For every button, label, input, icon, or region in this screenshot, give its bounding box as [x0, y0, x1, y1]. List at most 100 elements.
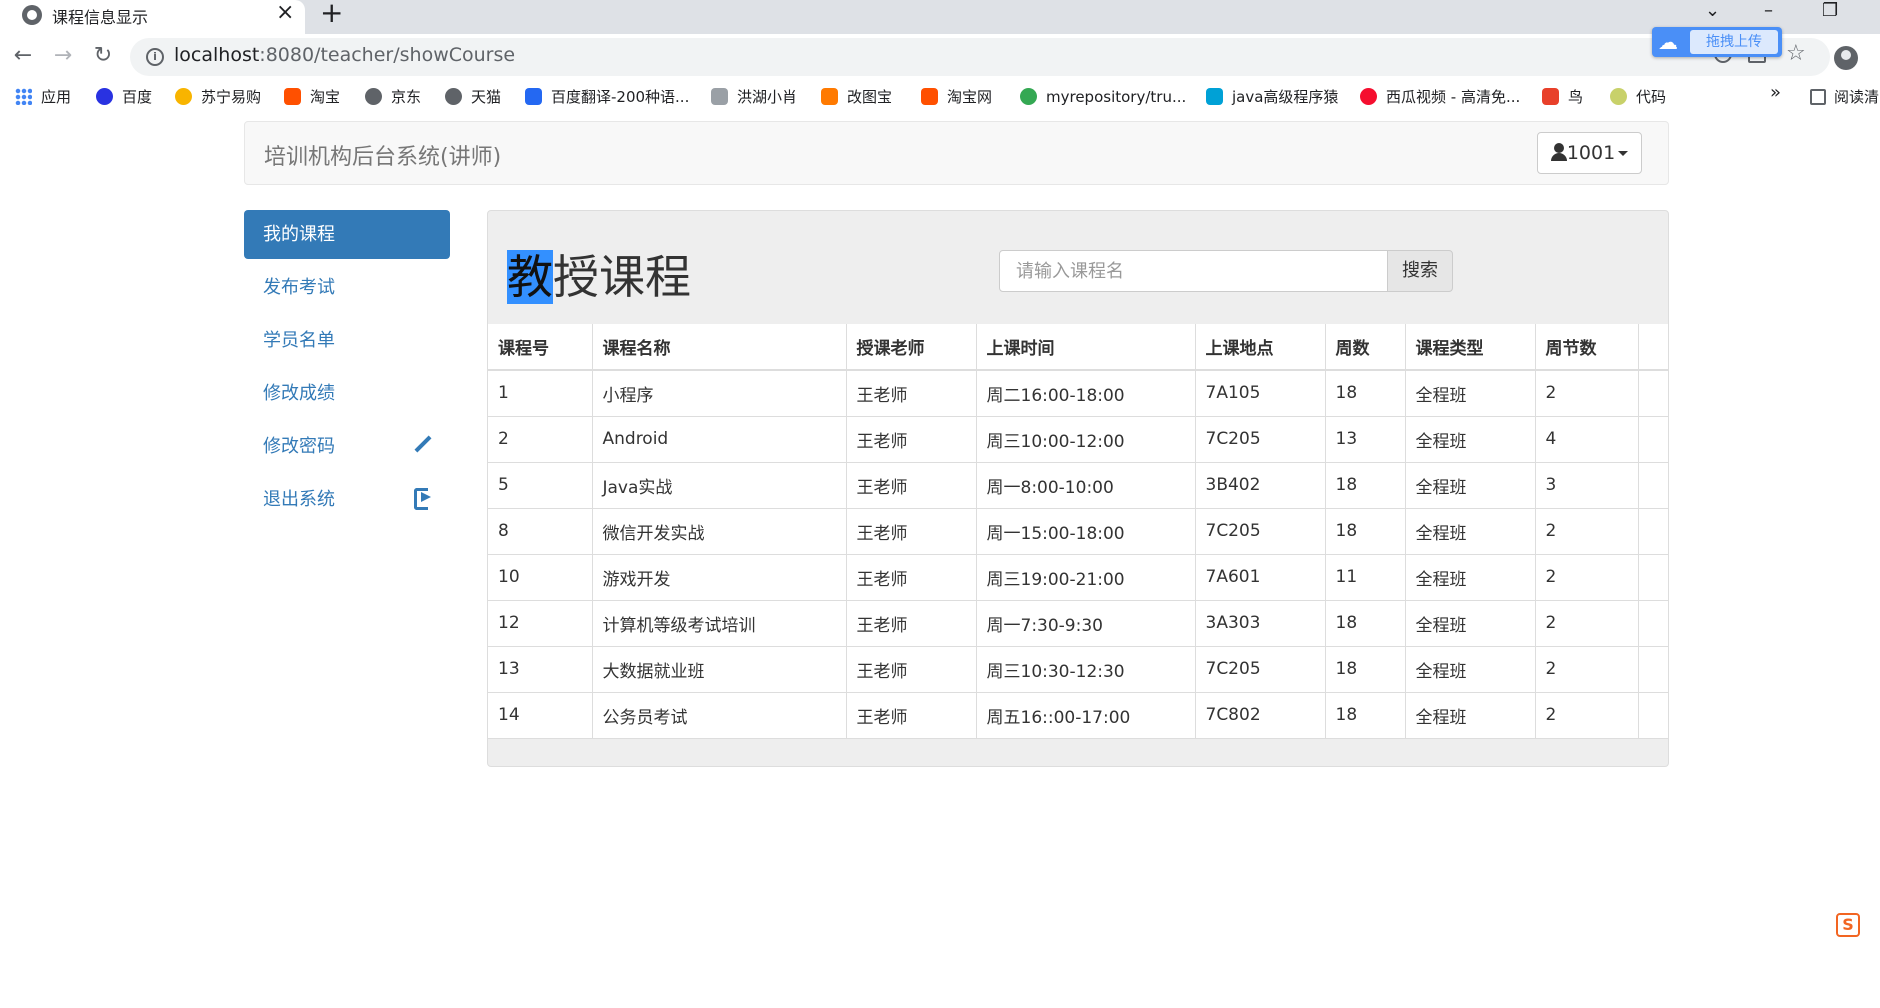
- column-header: 课程号: [488, 324, 593, 371]
- back-icon[interactable]: ←: [9, 42, 37, 70]
- course-panel: 教授课程 搜索 课程号 课程名称 授课老师 上课时间 上课地点 周数 课程类型 …: [487, 210, 1669, 767]
- bookmark-item[interactable]: 天猫: [445, 86, 501, 108]
- table-cell: 2: [488, 415, 593, 463]
- table-cell: 18: [1324, 507, 1406, 555]
- table-cell-empty: [1637, 461, 1668, 509]
- bookmark-item[interactable]: 京东: [365, 86, 421, 108]
- sidebar-item-change-password[interactable]: 修改密码: [244, 422, 450, 471]
- cloud-icon: ☁: [1658, 30, 1678, 54]
- reading-list-button[interactable]: 阅读清: [1810, 86, 1879, 107]
- bookmarks-overflow-icon[interactable]: »: [1770, 82, 1781, 103]
- table-cell: 1: [488, 369, 593, 417]
- table-cell: 14: [488, 691, 593, 739]
- course-search-input[interactable]: [999, 250, 1388, 292]
- chrome-icon: [1020, 88, 1037, 105]
- bookmark-item[interactable]: 洪湖小肖: [711, 86, 797, 108]
- baidu-netdisk-upload-widget[interactable]: ☁ 拖拽上传: [1652, 27, 1782, 57]
- table-row: 2 Android 王老师 周三10:00-12:00 7C205 13 全程班 4: [488, 415, 1668, 463]
- bookmark-item[interactable]: 淘宝: [284, 86, 340, 108]
- brand-title[interactable]: 培训机构后台系统(讲师): [264, 139, 501, 171]
- url-text[interactable]: localhost:8080/teacher/showCourse: [174, 44, 515, 66]
- table-row: 12 计算机等级考试培训 王老师 周一7:30-9:30 3A303 18 全程班 2: [488, 599, 1668, 647]
- bookmark-item[interactable]: 百度翻译-200种语...: [525, 86, 689, 108]
- table-cell: 全程班: [1404, 645, 1536, 693]
- table-cell: 4: [1534, 415, 1639, 463]
- table-cell-empty: [1637, 599, 1668, 647]
- table-cell: 周二16:00-18:00: [975, 369, 1196, 417]
- table-cell: 王老师: [845, 645, 977, 693]
- bookmark-item[interactable]: 西瓜视频 - 高清免...: [1360, 86, 1520, 108]
- table-cell: 3B402: [1194, 461, 1326, 509]
- table-cell: 全程班: [1404, 553, 1536, 601]
- user-id: 1001: [1566, 142, 1616, 164]
- bookmark-item[interactable]: java高级程序猿: [1206, 86, 1338, 108]
- table-cell: 游戏开发: [591, 553, 847, 601]
- bird-icon: [1542, 88, 1559, 105]
- table-cell: 7C205: [1194, 507, 1326, 555]
- table-cell: Android: [591, 415, 847, 463]
- address-bar[interactable]: i localhost:8080/teacher/showCourse: [130, 38, 1830, 76]
- taobao-icon: [921, 88, 938, 105]
- bookmark-item[interactable]: 百度: [96, 86, 152, 108]
- bookmark-item[interactable]: 淘宝网: [921, 86, 992, 108]
- table-cell: 王老师: [845, 415, 977, 463]
- tab-title: 课程信息显示: [52, 8, 149, 27]
- search-button[interactable]: 搜索: [1387, 250, 1453, 292]
- forward-icon[interactable]: →: [49, 42, 77, 70]
- profile-icon[interactable]: [1834, 46, 1858, 70]
- sidebar-item-edit-grades[interactable]: 修改成绩: [244, 369, 450, 418]
- sidebar-item-logout[interactable]: 退出系统: [244, 475, 450, 524]
- gaitubao-icon: [821, 88, 838, 105]
- table-cell: 2: [1534, 691, 1639, 739]
- table-cell: 周三10:00-12:00: [975, 415, 1196, 463]
- table-cell: 10: [488, 553, 593, 601]
- bookmark-item[interactable]: 苏宁易购: [175, 86, 261, 108]
- table-cell: 周一15:00-18:00: [975, 507, 1196, 555]
- bilibili-icon: [1206, 88, 1223, 105]
- sidebar-item-student-list[interactable]: 学员名单: [244, 316, 450, 365]
- caret-down-icon: [1618, 151, 1629, 156]
- reload-icon[interactable]: ↻: [89, 42, 117, 70]
- baidu-icon: [96, 88, 113, 105]
- reading-list-icon: [1810, 89, 1826, 105]
- minimize-icon[interactable]: –: [1764, 0, 1773, 22]
- table-cell-empty: [1637, 415, 1668, 463]
- sidebar-item-my-courses[interactable]: 我的课程: [244, 210, 450, 259]
- table-cell: 周一8:00-10:00: [975, 461, 1196, 509]
- table-cell: 7A601: [1194, 553, 1326, 601]
- bookmark-item[interactable]: myrepository/tru...: [1020, 86, 1186, 108]
- table-cell: 小程序: [591, 369, 847, 417]
- restore-icon[interactable]: ❐: [1822, 0, 1838, 22]
- new-tab-icon[interactable]: +: [320, 0, 343, 28]
- bookmark-item[interactable]: 代码: [1610, 86, 1666, 108]
- table-cell: 周一7:30-9:30: [975, 599, 1196, 647]
- table-cell: 18: [1324, 691, 1406, 739]
- table-cell: 18: [1324, 599, 1406, 647]
- bookmark-item[interactable]: 鸟: [1542, 86, 1583, 108]
- bookmark-apps[interactable]: 应用: [15, 86, 71, 108]
- table-cell: 18: [1324, 369, 1406, 417]
- table-cell: 全程班: [1404, 415, 1536, 463]
- tab-search-icon[interactable]: ⌄: [1705, 0, 1720, 22]
- bookmark-star-icon[interactable]: ☆: [1786, 41, 1806, 66]
- table-row: 8 微信开发实战 王老师 周一15:00-18:00 7C205 18 全程班 2: [488, 507, 1668, 555]
- table-header-row: 课程号 课程名称 授课老师 上课时间 上课地点 周数 课程类型 周节数: [488, 324, 1668, 371]
- table-cell: 微信开发实战: [591, 507, 847, 555]
- site-info-icon[interactable]: i: [146, 48, 164, 66]
- leaf-icon: [1610, 88, 1627, 105]
- table-cell: 全程班: [1404, 691, 1536, 739]
- table-cell: 7C205: [1194, 415, 1326, 463]
- table-cell: 周五16::00-17:00: [975, 691, 1196, 739]
- bookmark-item[interactable]: 改图宝: [821, 86, 892, 108]
- sidebar-item-publish-exam[interactable]: 发布考试: [244, 263, 450, 312]
- browser-tab[interactable]: 课程信息显示 ×: [0, 0, 305, 34]
- close-tab-icon[interactable]: ×: [276, 0, 294, 26]
- column-header: 授课老师: [845, 324, 977, 371]
- table-cell: 公务员考试: [591, 691, 847, 739]
- floating-s-icon[interactable]: S: [1836, 913, 1860, 937]
- globe-icon: [22, 5, 42, 25]
- table-cell: 王老师: [845, 553, 977, 601]
- apps-grid-icon: [15, 88, 32, 105]
- table-cell: 5: [488, 461, 593, 509]
- user-dropdown-button[interactable]: 1001: [1537, 132, 1642, 174]
